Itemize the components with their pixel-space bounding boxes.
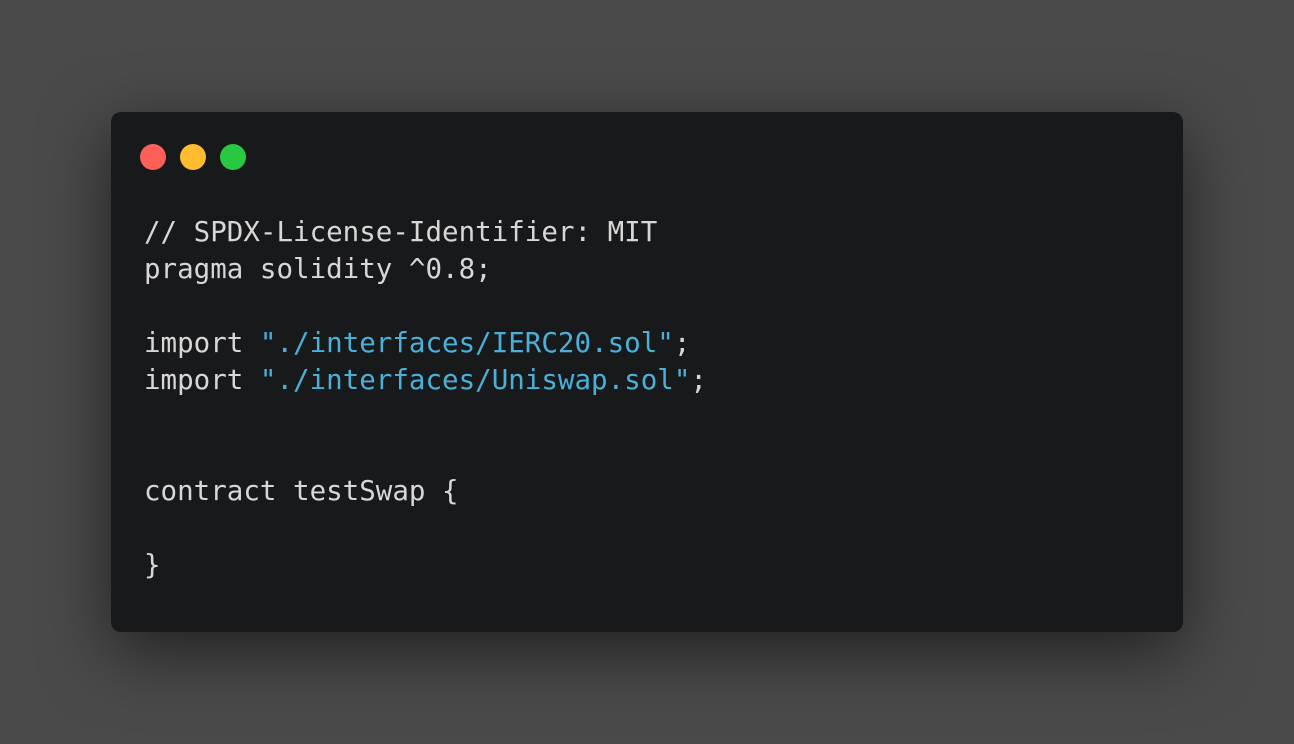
code-window: // SPDX-License-Identifier: MIT pragma so…: [111, 112, 1183, 632]
close-button[interactable]: [140, 144, 166, 170]
import-keyword: import: [144, 364, 260, 396]
semicolon: ;: [690, 364, 707, 396]
code-line-2: pragma solidity ^0.8;: [144, 253, 492, 285]
code-line-8: contract testSwap {: [144, 475, 459, 507]
code-line-4: import "./interfaces/IERC20.sol";: [144, 325, 707, 362]
code-content: // SPDX-License-Identifier: MIT pragma so…: [144, 214, 707, 584]
code-line-1: // SPDX-License-Identifier: MIT: [144, 216, 658, 248]
zoom-button[interactable]: [220, 144, 246, 170]
code-line-10: }: [144, 549, 161, 581]
window-controls: [140, 144, 246, 170]
import-path-string: "./interfaces/Uniswap.sol": [259, 364, 691, 396]
semicolon: ;: [673, 327, 691, 359]
minimize-button[interactable]: [180, 144, 206, 170]
code-line-5: import "./interfaces/Uniswap.sol";: [144, 362, 707, 399]
import-path-string: "./interfaces/IERC20.sol": [259, 327, 674, 359]
import-keyword: import: [144, 327, 260, 359]
